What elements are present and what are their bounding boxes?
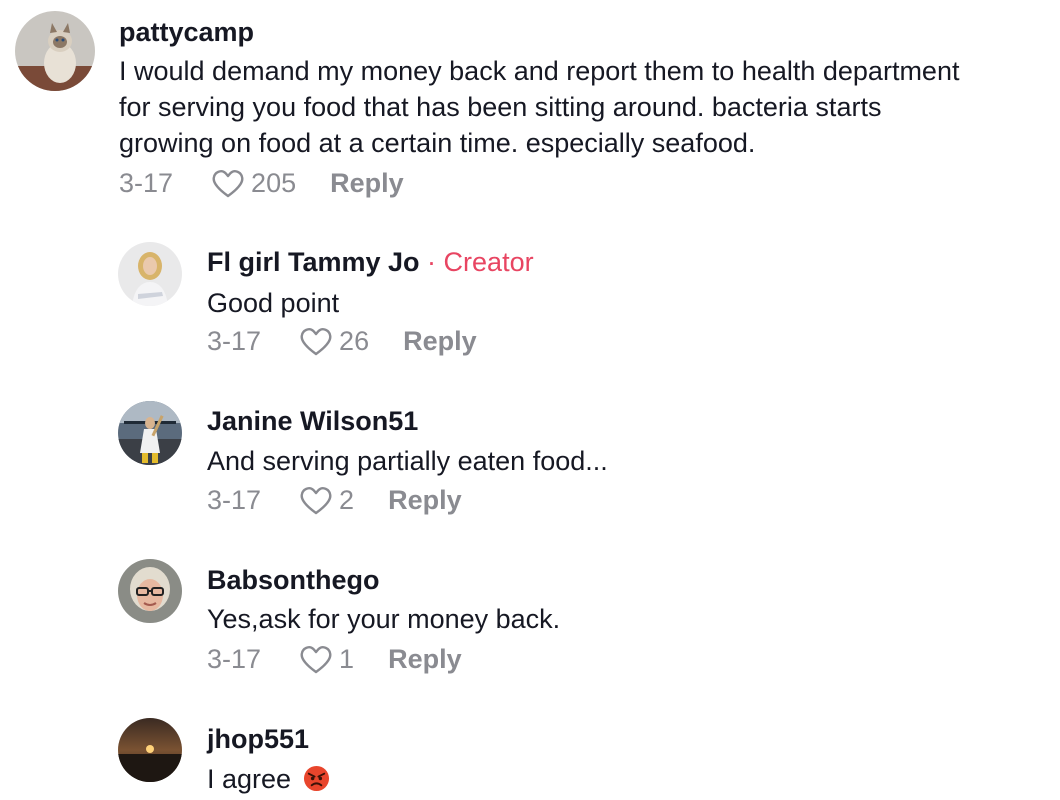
- baseball-avatar-image: [118, 401, 182, 465]
- comment-fl-girl-tammy-jo: Fl girl Tammy Jo · Creator Good point 3-…: [0, 230, 1060, 380]
- comment-janine-wilson51: Janine Wilson51 And serving partially ea…: [0, 388, 1060, 538]
- comment-text-line: for serving you food that has been sitti…: [119, 92, 882, 122]
- reply-button[interactable]: Reply: [330, 168, 404, 199]
- comment-pattycamp: pattycamp I would demand my money back a…: [0, 0, 1060, 220]
- like-button[interactable]: 205: [211, 168, 296, 199]
- comment-date: 3-17: [207, 326, 262, 356]
- comment-text: I agree: [207, 761, 330, 797]
- reply-button[interactable]: Reply: [388, 644, 462, 675]
- reply-button[interactable]: Reply: [388, 485, 462, 516]
- comment-text-line: I would demand my money back and report …: [119, 56, 960, 86]
- username[interactable]: Babsonthego: [207, 565, 380, 596]
- sunset-avatar-image: [118, 718, 182, 782]
- like-count: 26: [339, 326, 370, 356]
- woman-glasses-avatar-image: [118, 559, 182, 623]
- like-count: 1: [339, 644, 355, 674]
- username[interactable]: Fl girl Tammy Jo · Creator: [207, 247, 534, 278]
- heart-icon: [212, 169, 244, 197]
- comment-text: I would demand my money back and report …: [119, 53, 1054, 161]
- like-button[interactable]: 1: [299, 644, 354, 675]
- comment-meta: 3-17 26 Reply: [207, 326, 477, 357]
- reply-button[interactable]: Reply: [403, 326, 477, 357]
- avatar[interactable]: [15, 11, 95, 91]
- username[interactable]: jhop551: [207, 724, 309, 755]
- woman-avatar-image: [118, 242, 182, 306]
- comment-text-content: I agree: [207, 764, 292, 794]
- username-text: Fl girl Tammy Jo: [207, 247, 420, 277]
- cat-avatar-image: [15, 11, 95, 91]
- comment-meta: 3-17 2 Reply: [207, 485, 462, 516]
- comment-text-line: growing on food at a certain time. espec…: [119, 128, 756, 158]
- comment-text: And serving partially eaten food...: [207, 446, 608, 476]
- heart-icon: [300, 645, 332, 673]
- creator-badge: · Creator: [419, 247, 534, 277]
- comment-meta: 3-17 205 Reply: [119, 168, 404, 199]
- like-button[interactable]: 26: [299, 326, 369, 357]
- comment-date: 3-17: [207, 485, 262, 515]
- comment-text: Yes,ask for your money back.: [207, 604, 561, 634]
- heart-icon: [300, 327, 332, 355]
- heart-icon: [300, 486, 332, 514]
- like-count: 205: [251, 168, 297, 198]
- avatar[interactable]: [118, 242, 182, 306]
- comment-text: Good point: [207, 288, 340, 318]
- comment-babsonthego: Babsonthego Yes,ask for your money back.…: [0, 547, 1060, 697]
- like-count: 2: [339, 485, 355, 515]
- comment-meta: 3-17 1 Reply: [207, 644, 462, 675]
- avatar[interactable]: [118, 559, 182, 623]
- comment-date: 3-17: [207, 644, 262, 674]
- comments-screen: pattycamp I would demand my money back a…: [0, 0, 1060, 800]
- angry-face-emoji-icon: [303, 765, 329, 792]
- username[interactable]: pattycamp: [119, 17, 254, 48]
- comment-jhop551: jhop551 I agree: [0, 706, 1060, 800]
- avatar[interactable]: [118, 718, 182, 782]
- username[interactable]: Janine Wilson51: [207, 406, 418, 437]
- avatar[interactable]: [118, 401, 182, 465]
- like-button[interactable]: 2: [299, 485, 354, 516]
- comment-date: 3-17: [119, 168, 174, 198]
